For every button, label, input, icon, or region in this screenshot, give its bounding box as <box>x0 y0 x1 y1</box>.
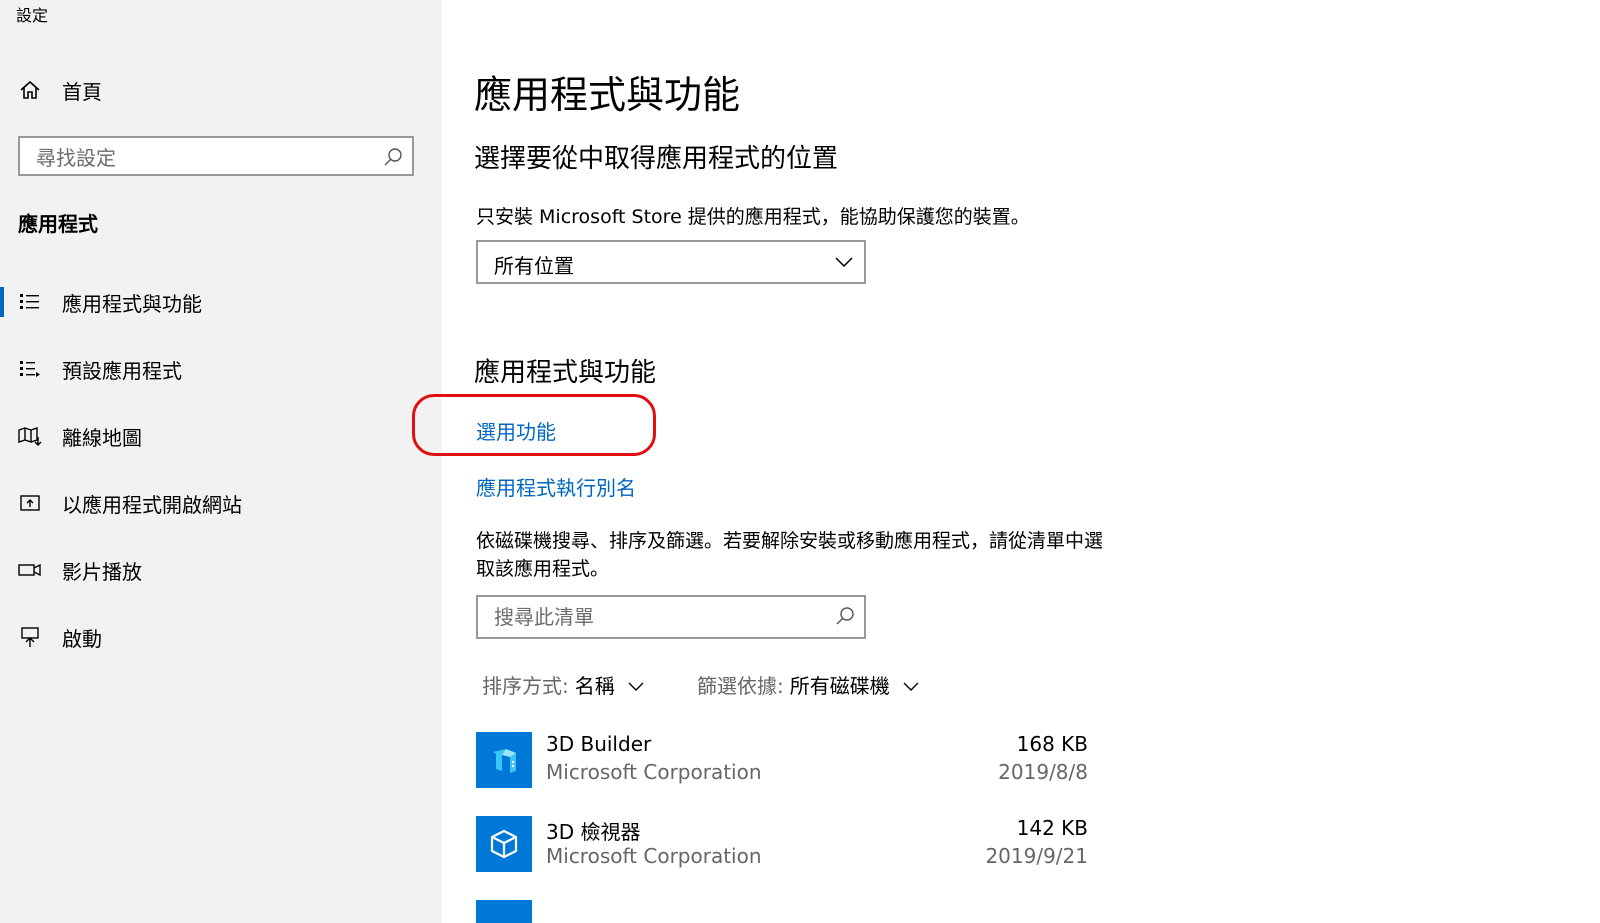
app-name: 3D Builder <box>546 732 652 756</box>
sidebar-item-label: 啟動 <box>62 626 102 651</box>
filter-dropdown[interactable]: 篩選依據: 所有磁碟機 <box>697 670 920 699</box>
sidebar-item-apps-websites[interactable]: 以應用程式開啟網站 <box>0 481 442 525</box>
chevron-down-icon <box>627 676 645 694</box>
3d-builder-icon <box>476 732 532 788</box>
app-list-item[interactable]: 3D Builder Microsoft Corporation 168 KB … <box>476 732 1088 792</box>
settings-search-box[interactable] <box>18 136 414 176</box>
app-size: 142 KB <box>1016 816 1088 840</box>
search-icon[interactable] <box>382 146 404 168</box>
apps-search-box[interactable] <box>476 595 866 639</box>
page-title: 應用程式與功能 <box>474 73 741 117</box>
app-publisher: Microsoft Corporation <box>546 844 762 868</box>
search-icon[interactable] <box>834 605 856 627</box>
main-content: 應用程式與功能 選擇要從中取得應用程式的位置 只安裝 Microsoft Sto… <box>412 0 1600 923</box>
sidebar-item-label: 預設應用程式 <box>62 358 182 383</box>
app-list-item[interactable]: 3D 檢視器 Microsoft Corporation 142 KB 2019… <box>476 816 1088 876</box>
install-source-heading: 選擇要從中取得應用程式的位置 <box>474 144 839 174</box>
sidebar: 設定 首頁 應用程式 應用程式與功能 預設應用程式 離線地圖 <box>0 0 442 923</box>
app-date: 2019/8/8 <box>998 760 1088 784</box>
apps-section-heading: 應用程式與功能 <box>474 358 657 388</box>
sidebar-item-startup[interactable]: 啟動 <box>0 615 442 659</box>
app-name: 3D 檢視器 <box>546 820 641 844</box>
app-publisher: Microsoft Corporation <box>546 760 762 784</box>
sidebar-item-offline-maps[interactable]: 離線地圖 <box>0 414 442 458</box>
install-source-description: 只安裝 Microsoft Store 提供的應用程式，能協助保護您的裝置。 <box>476 206 1030 228</box>
apps-search-input[interactable] <box>492 603 836 631</box>
map-icon <box>18 424 42 448</box>
app-tile-partial[interactable] <box>476 900 532 923</box>
3d-viewer-icon <box>476 816 532 872</box>
sidebar-item-label: 離線地圖 <box>62 425 142 450</box>
install-source-value: 所有位置 <box>494 254 574 278</box>
sidebar-item-label: 應用程式與功能 <box>62 291 202 316</box>
sort-label: 排序方式: <box>482 674 569 698</box>
window-title: 設定 <box>16 6 49 25</box>
chevron-down-icon <box>902 676 920 694</box>
sidebar-item-label: 影片播放 <box>62 559 142 584</box>
home-icon <box>18 78 42 102</box>
install-source-dropdown[interactable]: 所有位置 <box>476 240 866 284</box>
sidebar-home-label: 首頁 <box>62 79 102 104</box>
filter-value: 所有磁碟機 <box>789 674 890 698</box>
sort-value: 名稱 <box>574 674 615 698</box>
chevron-down-icon <box>834 252 854 272</box>
optional-features-link[interactable]: 選用功能 <box>476 416 556 445</box>
open-website-icon <box>18 491 42 515</box>
sort-dropdown[interactable]: 排序方式: 名稱 <box>482 670 645 699</box>
sidebar-item-default-apps[interactable]: 預設應用程式 <box>0 347 442 391</box>
app-date: 2019/9/21 <box>985 844 1088 868</box>
sidebar-item-label: 以應用程式開啟網站 <box>62 492 242 517</box>
filter-label: 篩選依據: <box>697 674 784 698</box>
default-apps-icon <box>18 357 42 381</box>
settings-search-input[interactable] <box>34 144 378 172</box>
sidebar-home[interactable]: 首頁 <box>0 68 442 112</box>
apps-list-description: 依磁碟機搜尋、排序及篩選。若要解除安裝或移動應用程式，請從清單中選取該應用程式。 <box>476 530 1104 580</box>
sidebar-item-video-playback[interactable]: 影片播放 <box>0 548 442 592</box>
sidebar-section-title: 應用程式 <box>18 212 98 236</box>
video-icon <box>18 558 42 582</box>
apps-list-icon <box>18 290 42 314</box>
app-execution-aliases-link[interactable]: 應用程式執行別名 <box>476 472 636 501</box>
app-size: 168 KB <box>1016 732 1088 756</box>
startup-icon <box>18 625 42 649</box>
sidebar-item-apps-features[interactable]: 應用程式與功能 <box>0 280 442 324</box>
